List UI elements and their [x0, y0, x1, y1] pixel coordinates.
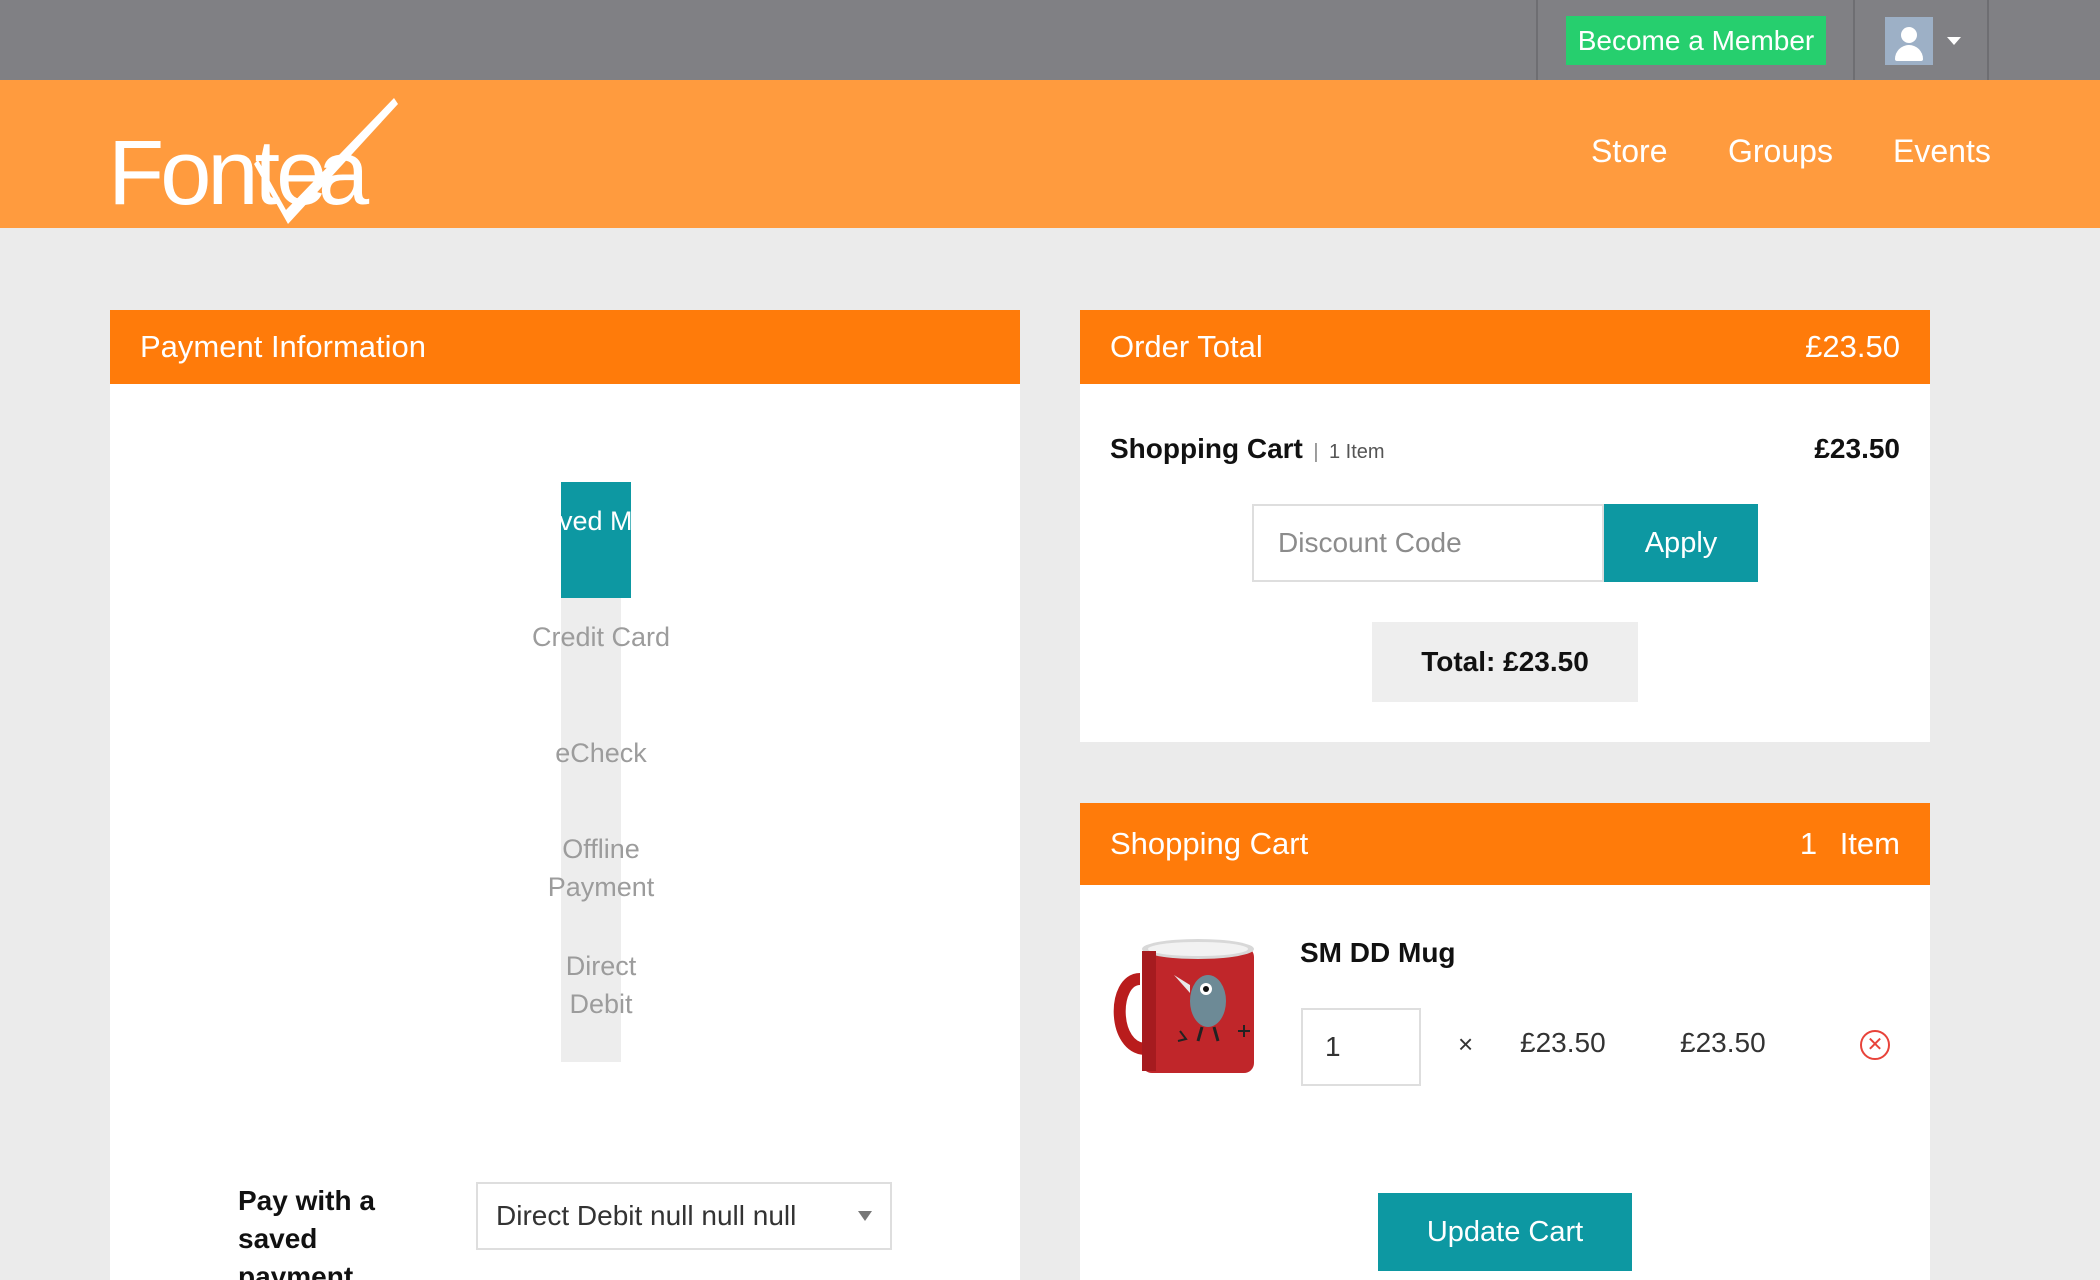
panel-header: Shopping Cart 1 Item — [1080, 803, 1930, 885]
shopping-cart-panel: Shopping Cart 1 Item SM DD Mug × £23.50 … — [1080, 803, 1930, 1280]
tab-saved-method[interactable]: Saved Method — [561, 482, 631, 598]
tab-offline-payment[interactable]: Offline Payment — [531, 830, 671, 906]
cart-item-count: 1 Item — [1328, 441, 1385, 463]
user-menu[interactable] — [1885, 17, 1965, 65]
unit-price: £23.50 — [1520, 1027, 1606, 1058]
saved-payment-select[interactable]: Direct Debit null null null — [476, 1182, 892, 1250]
quantity-input[interactable] — [1301, 1008, 1421, 1086]
apply-discount-button[interactable]: Apply — [1604, 504, 1758, 582]
panel-title: Payment Information — [140, 329, 427, 364]
update-cart-button[interactable]: Update Cart — [1378, 1193, 1632, 1271]
multiply-sign: × — [1458, 1029, 1474, 1059]
panel-title: Order Total — [1110, 329, 1263, 364]
chevron-down-icon[interactable] — [1947, 37, 1961, 45]
payment-information-panel: Payment Information Saved Method Credit … — [110, 310, 1020, 1280]
product-image — [1110, 931, 1262, 1081]
chevron-down-icon — [858, 1211, 872, 1221]
divider — [1987, 0, 1989, 80]
product-name[interactable]: SM DD Mug — [1300, 937, 1456, 969]
tab-label: Saved Method — [561, 506, 631, 536]
become-member-button[interactable]: Become a Member — [1566, 16, 1826, 65]
cart-summary-amount: £23.50 — [1814, 433, 1900, 464]
select-value: Direct Debit null null null — [496, 1200, 797, 1231]
tab-direct-debit[interactable]: Direct Debit — [531, 947, 671, 1023]
order-total-amount: £23.50 — [1805, 329, 1900, 364]
tab-echeck[interactable]: eCheck — [531, 734, 671, 772]
nav-store[interactable]: Store — [1591, 133, 1667, 170]
tab-label: Offline Payment — [547, 834, 655, 902]
saved-payment-label: Pay with a saved payment — [238, 1185, 375, 1280]
site-header: Fonte a Store Groups Events — [0, 80, 2100, 228]
tab-credit-card[interactable]: Credit Card — [531, 618, 671, 656]
tab-label: Direct Debit — [565, 951, 637, 1019]
panel-title: Shopping Cart — [1110, 826, 1309, 861]
cart-item-count: 1 Item — [1799, 826, 1900, 861]
tab-label: eCheck — [555, 738, 647, 768]
logo-wordmark: Fonte a — [108, 98, 398, 224]
remove-item-icon[interactable]: ✕ — [1860, 1030, 1890, 1060]
line-total: £23.50 — [1680, 1027, 1766, 1058]
top-utility-bar: Become a Member — [0, 0, 2100, 80]
order-total-panel: Order Total £23.50 Shopping Cart | 1 Ite… — [1080, 310, 1930, 742]
separator: | — [1313, 441, 1319, 463]
divider — [1536, 0, 1538, 80]
user-avatar-icon[interactable] — [1885, 17, 1933, 65]
cart-summary-title: Shopping Cart — [1110, 433, 1303, 464]
panel-header: Payment Information — [110, 310, 1020, 384]
cart-summary-line: Shopping Cart | 1 Item £23.50 — [1110, 433, 1900, 465]
nav-groups[interactable]: Groups — [1728, 133, 1833, 170]
panel-header: Order Total £23.50 — [1080, 310, 1930, 384]
discount-code-input[interactable] — [1252, 504, 1604, 582]
tab-label: Credit Card — [531, 622, 671, 652]
divider — [1853, 0, 1855, 80]
fonteva-logo[interactable]: Fonte a — [108, 98, 408, 224]
nav-events[interactable]: Events — [1893, 133, 1991, 170]
order-total-box: Total: £23.50 — [1372, 622, 1638, 702]
